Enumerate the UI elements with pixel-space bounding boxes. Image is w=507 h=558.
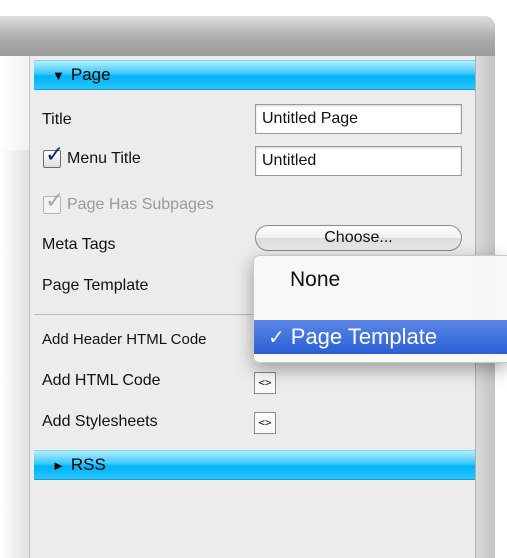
page-template-label: Page Template <box>42 277 149 294</box>
menu-title-label: Menu Title <box>67 150 141 167</box>
menu-title-checkbox[interactable]: ✓ <box>43 142 64 168</box>
dropdown-option-none[interactable]: None <box>290 268 340 292</box>
stylesheets-label: Add Stylesheets <box>42 413 158 430</box>
stylesheets-button[interactable]: <> <box>254 412 276 434</box>
section-label-rss: RSS <box>70 455 106 474</box>
title-label: Title <box>42 111 72 128</box>
triangle-right-icon: ► <box>52 457 65 473</box>
checkmark-icon: ✓ <box>268 325 285 349</box>
html-code-button[interactable]: <> <box>254 372 276 394</box>
menu-title-field[interactable]: Untitled <box>255 146 462 176</box>
header-html-label: Add Header HTML Code <box>42 331 207 348</box>
page-template-dropdown[interactable]: None ✓ Page Template <box>253 255 507 363</box>
window-titlebar[interactable] <box>0 16 495 56</box>
meta-tags-label: Meta Tags <box>42 236 116 253</box>
section-header-rss[interactable]: ► RSS <box>34 450 475 480</box>
title-field[interactable]: Untitled Page <box>255 104 462 134</box>
left-shadow <box>0 150 29 558</box>
section-header-page[interactable]: ▼ Page <box>34 60 475 90</box>
triangle-down-icon: ▼ <box>52 67 65 83</box>
subpages-label: Page Has Subpages <box>67 196 214 213</box>
checkmark-icon: ✓ <box>45 142 65 168</box>
dropdown-option-label: Page Template <box>290 324 438 349</box>
checkmark-icon: ✓ <box>45 188 65 214</box>
subpages-checkbox[interactable]: ✓ <box>43 188 64 214</box>
section-label-page: Page <box>70 65 111 84</box>
choose-button[interactable]: Choose... <box>255 225 462 251</box>
dropdown-option-page-template[interactable]: ✓ Page Template <box>254 320 507 354</box>
html-code-label: Add HTML Code <box>42 372 161 389</box>
